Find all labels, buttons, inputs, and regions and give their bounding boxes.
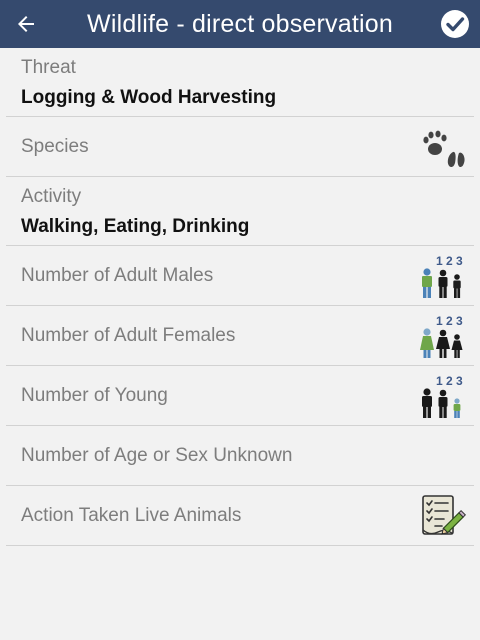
- field-label: Action Taken Live Animals: [21, 505, 242, 526]
- field-threat[interactable]: Threat Logging & Wood Harvesting: [6, 48, 474, 117]
- field-activity[interactable]: Activity Walking, Eating, Drinking: [6, 177, 474, 246]
- field-label: Number of Adult Males: [21, 265, 214, 286]
- adult-males-count-icon: 1 2 3: [418, 252, 470, 300]
- confirm-button[interactable]: [438, 7, 472, 41]
- field-value: Logging & Wood Harvesting: [21, 87, 277, 108]
- field-species[interactable]: Species: [6, 117, 474, 177]
- field-age-sex-unknown[interactable]: Number of Age or Sex Unknown: [6, 426, 474, 486]
- svg-text:1 2 3: 1 2 3: [436, 374, 463, 388]
- field-label: Number of Age or Sex Unknown: [21, 445, 293, 466]
- animal-tracks-icon: [418, 123, 470, 171]
- observation-form-list: Threat Logging & Wood Harvesting Species: [0, 48, 480, 546]
- svg-text:1 2 3: 1 2 3: [436, 314, 463, 328]
- app-bar: Wildlife - direct observation: [0, 0, 480, 48]
- field-label: Activity: [21, 186, 82, 207]
- field-label: Number of Young: [21, 385, 168, 406]
- field-young[interactable]: Number of Young 1 2 3: [6, 366, 474, 426]
- field-adult-males[interactable]: Number of Adult Males 1 2 3: [6, 246, 474, 306]
- field-label: Number of Adult Females: [21, 325, 236, 346]
- adult-females-count-icon: 1 2 3: [418, 312, 470, 360]
- svg-text:1 2 3: 1 2 3: [436, 254, 463, 268]
- page-title: Wildlife - direct observation: [87, 10, 393, 38]
- field-action-taken[interactable]: Action Taken Live Animals: [6, 486, 474, 546]
- field-label: Threat: [21, 57, 76, 78]
- check-circle-icon: [441, 10, 469, 38]
- young-count-icon: 1 2 3: [418, 372, 470, 420]
- field-value: Walking, Eating, Drinking: [21, 216, 250, 237]
- field-adult-females[interactable]: Number of Adult Females 1 2 3: [6, 306, 474, 366]
- checklist-pencil-icon: [418, 492, 470, 540]
- field-label: Species: [21, 136, 89, 157]
